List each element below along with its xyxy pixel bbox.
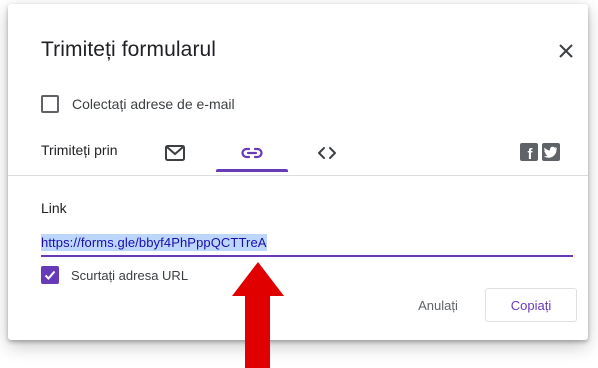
svg-text:f: f — [528, 146, 534, 161]
link-url-input[interactable]: https://forms.gle/bbyf4PhPppQCTTreA — [41, 234, 267, 251]
shorten-url-checkbox[interactable] — [41, 266, 59, 284]
send-via-label: Trimiteți prin — [41, 142, 118, 158]
tab-link[interactable] — [238, 140, 266, 166]
link-heading: Link — [41, 200, 67, 216]
link-url-underline — [41, 255, 573, 257]
tab-embed[interactable] — [313, 140, 341, 166]
collect-emails-label: Colectați adrese de e-mail — [72, 96, 235, 112]
tab-email[interactable] — [161, 140, 189, 166]
email-icon — [165, 145, 185, 161]
collect-emails-checkbox[interactable] — [41, 95, 59, 113]
collect-emails-row[interactable]: Colectați adrese de e-mail — [41, 95, 235, 113]
link-icon — [241, 147, 263, 159]
copy-button[interactable]: Copiați — [485, 288, 577, 322]
facebook-share-button[interactable]: f — [520, 143, 538, 161]
close-icon — [559, 44, 573, 58]
close-button[interactable] — [551, 36, 581, 66]
twitter-share-button[interactable] — [542, 143, 560, 161]
cancel-button[interactable]: Anulați — [403, 288, 473, 322]
twitter-icon — [543, 146, 557, 158]
selected-tab-indicator — [216, 169, 288, 172]
shorten-url-row[interactable]: Scurtați adresa URL — [41, 266, 188, 284]
checkmark-icon — [44, 270, 56, 280]
send-via-row: Trimiteți prin — [41, 142, 118, 160]
shorten-url-label: Scurtați adresa URL — [71, 267, 189, 283]
annotation-arrow-head — [232, 262, 284, 296]
send-form-dialog: Trimiteți formularul Colectați adrese de… — [8, 4, 588, 340]
embed-code-icon — [318, 147, 336, 159]
facebook-icon: f — [528, 146, 534, 161]
dialog-title: Trimiteți formularul — [41, 38, 217, 61]
tabs-divider — [8, 175, 588, 176]
annotation-arrow-shaft — [245, 294, 270, 368]
